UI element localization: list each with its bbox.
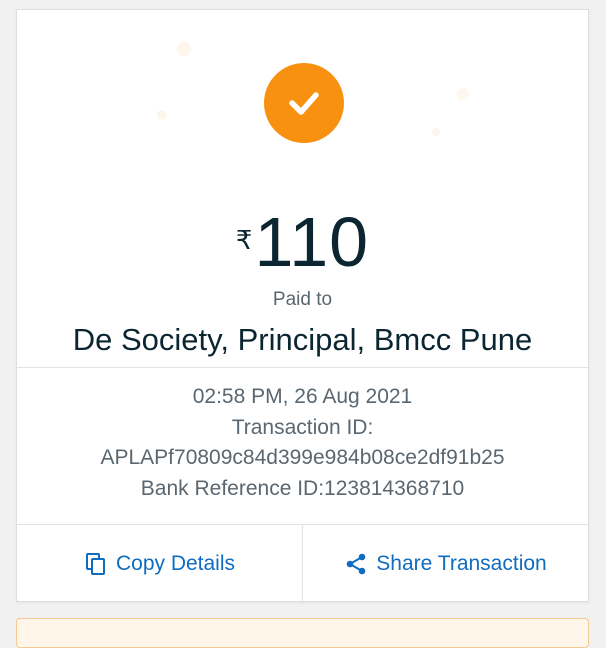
amount-display: ₹ 110 bbox=[17, 203, 588, 281]
decorative-sparkle bbox=[177, 42, 191, 56]
paid-to-label: Paid to bbox=[272, 289, 333, 310]
check-icon bbox=[289, 92, 319, 115]
divider bbox=[17, 367, 588, 368]
transaction-datetime: 02:58 PM, 26 Aug 2021 bbox=[192, 385, 413, 408]
share-icon bbox=[346, 553, 366, 575]
copy-details-label: Copy Details bbox=[115, 552, 236, 575]
decorative-sparkle bbox=[457, 88, 469, 100]
share-transaction-button[interactable]: Share Transaction bbox=[302, 525, 588, 603]
decorative-sparkle bbox=[432, 128, 440, 136]
transaction-id-label: Transaction ID: bbox=[231, 415, 374, 439]
receipt-actions: Copy Details Share Transaction bbox=[17, 524, 588, 603]
paid-amount: 110 bbox=[254, 203, 370, 281]
transaction-details: 02:58 PM, 26 Aug 2021 Transaction ID: AP… bbox=[17, 382, 588, 504]
transaction-id: APLAPf70809c84d399e984b08ce2df91b25 bbox=[100, 446, 505, 469]
info-banner-partial bbox=[16, 618, 589, 648]
share-transaction-label: Share Transaction bbox=[376, 552, 547, 575]
copy-icon bbox=[85, 553, 105, 575]
copy-details-button[interactable]: Copy Details bbox=[17, 525, 302, 603]
success-status-icon bbox=[264, 63, 344, 143]
payee-name: De Society, Principal, Bmcc Pune bbox=[72, 322, 533, 357]
payment-receipt-card: ₹ 110 Paid to De Society, Principal, Bmc… bbox=[16, 9, 589, 603]
currency-symbol: ₹ bbox=[235, 225, 253, 255]
bank-reference-id: Bank Reference ID:123814368710 bbox=[140, 476, 465, 500]
decorative-sparkle bbox=[157, 110, 167, 120]
